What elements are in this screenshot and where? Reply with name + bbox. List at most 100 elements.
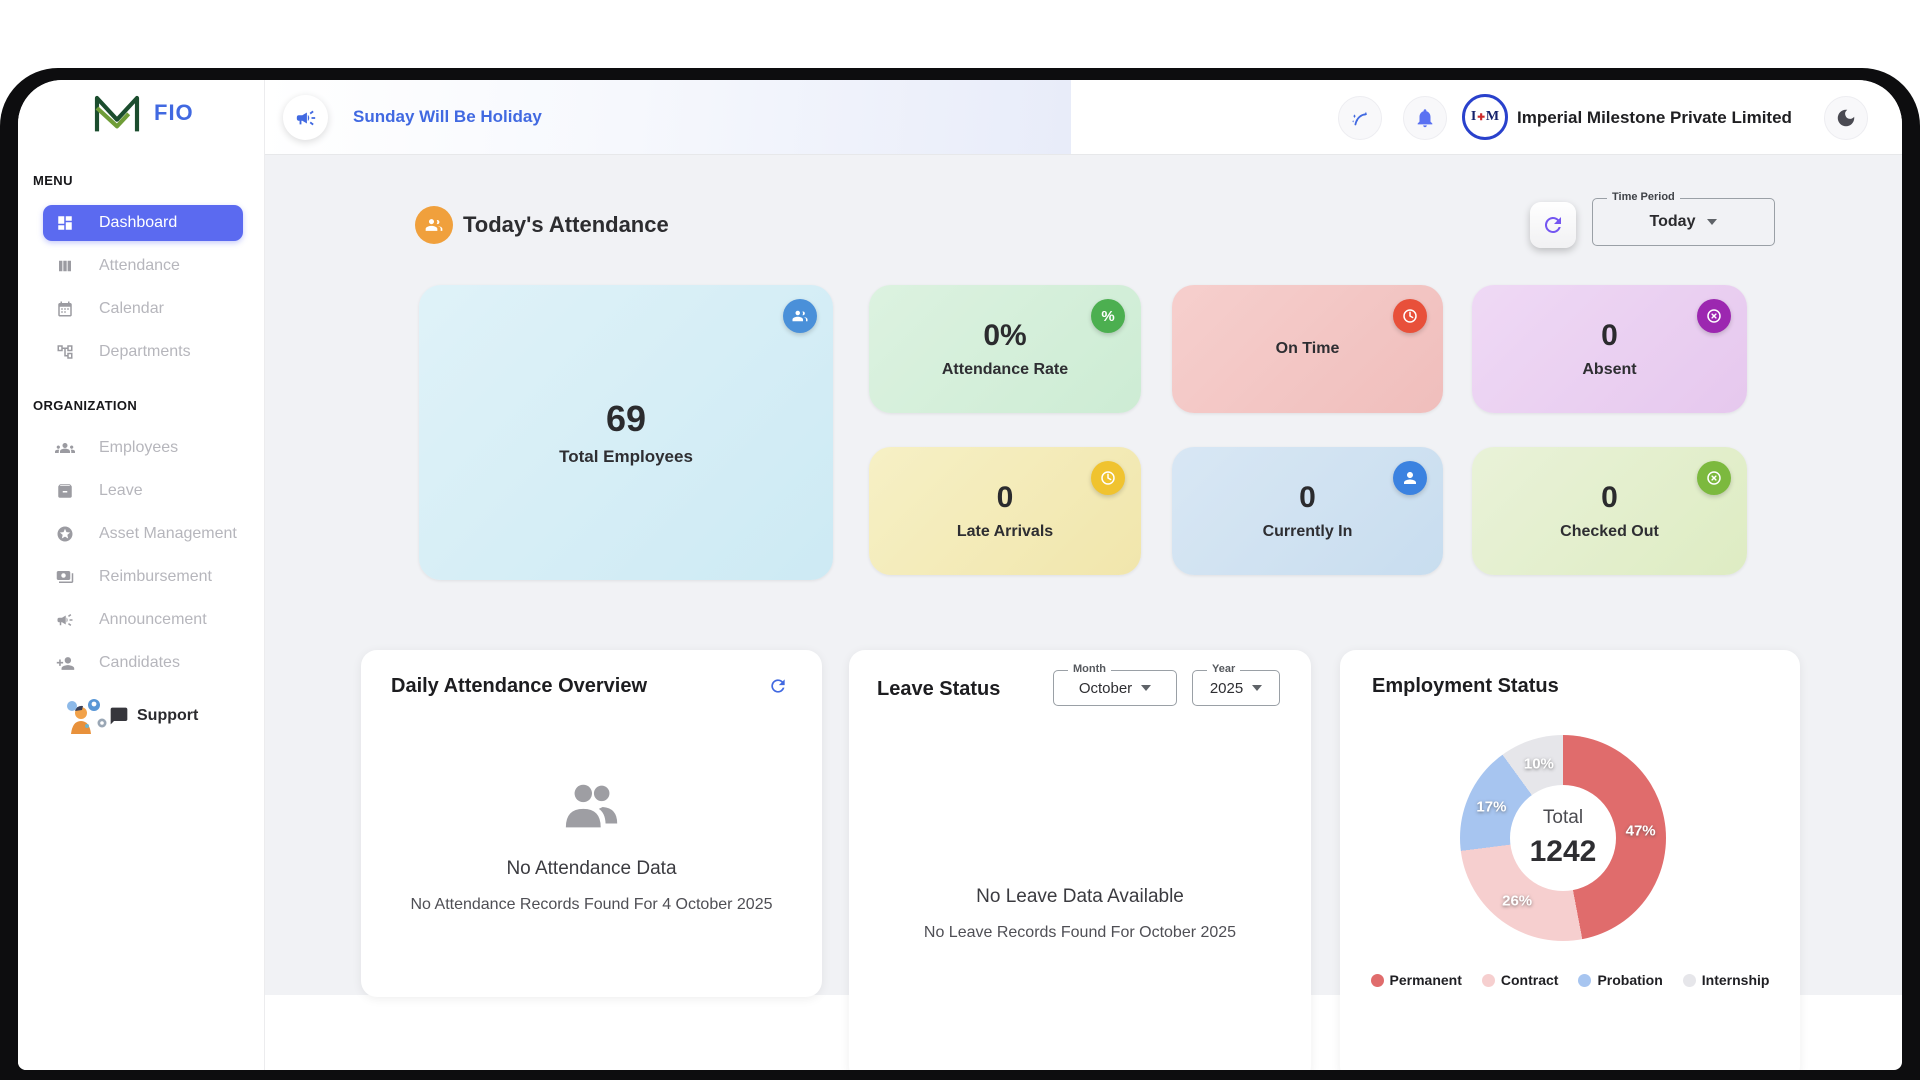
daily-attendance-panel: Daily Attendance Overview No Attendance … <box>361 650 822 997</box>
daily-empty-state: No Attendance Data No Attendance Records… <box>361 858 822 914</box>
stat-card-attendance-rate: % 0% Attendance Rate <box>869 285 1141 413</box>
top-header: Sunday Will Be Holiday I✚M Imperial Mile… <box>265 80 1902 155</box>
stat-card-late-arrivals: 0 Late Arrivals <box>869 447 1141 575</box>
app-logo-text: FIO <box>154 100 194 126</box>
clock-icon <box>1393 299 1427 333</box>
sidebar-item-attendance[interactable]: Attendance <box>43 248 243 284</box>
stat-card-total-employees: 69 Total Employees <box>419 285 833 580</box>
daily-refresh-button[interactable] <box>768 676 788 696</box>
sidebar-item-candidates[interactable]: Candidates <box>43 645 243 681</box>
legend-dot <box>1482 974 1495 987</box>
sidebar-section-organization: ORGANIZATION <box>33 398 137 413</box>
sidebar-item-announcement[interactable]: Announcement <box>43 602 243 638</box>
people-icon <box>783 299 817 333</box>
legend-dot <box>1683 974 1696 987</box>
stat-value: 0 <box>1601 319 1618 354</box>
dark-mode-toggle[interactable] <box>1824 96 1868 140</box>
legend-dot <box>1578 974 1591 987</box>
leave-empty-state: No Leave Data Available No Leave Records… <box>849 886 1311 942</box>
stat-value: 0 <box>1601 481 1618 516</box>
main-content: Today's Attendance Time Period Today 69 … <box>265 155 1902 995</box>
donut-slice-labels: 47%26%17%10% <box>1460 735 1666 941</box>
stat-label: Currently In <box>1263 523 1353 541</box>
sidebar: FIO MENU Dashboard Attendance Calendar <box>18 80 265 1070</box>
stat-card-on-time: On Time <box>1172 285 1443 413</box>
month-value: October <box>1079 680 1132 697</box>
dashboard-icon <box>55 213 75 233</box>
stat-card-currently-in: 0 Currently In <box>1172 447 1443 575</box>
leave-status-panel: Leave Status Month October Year 2025 No … <box>849 650 1311 1070</box>
support-illustration <box>63 696 109 736</box>
sidebar-item-label: Leave <box>99 482 143 500</box>
year-select[interactable]: Year 2025 <box>1192 670 1280 706</box>
legend-dot <box>1371 974 1384 987</box>
stat-label: Attendance Rate <box>942 361 1068 379</box>
percent-icon: % <box>1091 299 1125 333</box>
year-label: Year <box>1207 663 1240 675</box>
stat-label: On Time <box>1276 340 1340 358</box>
month-select[interactable]: Month October <box>1053 670 1177 706</box>
chevron-down-icon <box>1707 219 1717 225</box>
sidebar-item-label: Asset Management <box>99 525 237 543</box>
stat-value: 69 <box>606 398 646 439</box>
donut-slice-label: 10% <box>1524 755 1554 772</box>
sidebar-item-label: Departments <box>99 343 191 361</box>
legend-label: Internship <box>1702 972 1770 988</box>
sidebar-item-label: Reimbursement <box>99 568 212 586</box>
sparkle-arrow-icon <box>1349 107 1371 129</box>
chat-bubble-icon <box>109 706 129 726</box>
chevron-down-icon <box>1252 685 1262 691</box>
year-value: 2025 <box>1210 680 1243 697</box>
support-label: Support <box>137 707 198 725</box>
sidebar-item-calendar[interactable]: Calendar <box>43 291 243 327</box>
sidebar-item-label: Employees <box>99 439 178 457</box>
empty-message: No Attendance Records Found For 4 Octobe… <box>361 896 822 914</box>
app-logo[interactable]: FIO <box>92 92 194 134</box>
leave-archive-icon <box>55 481 75 501</box>
empty-title: No Leave Data Available <box>849 886 1311 908</box>
leave-status-title: Leave Status <box>877 678 1000 701</box>
sidebar-item-reimbursement[interactable]: Reimbursement <box>43 559 243 595</box>
stat-label: Total Employees <box>559 447 693 467</box>
time-period-value: Today <box>1650 213 1696 231</box>
payments-icon <box>55 567 75 587</box>
sidebar-item-employees[interactable]: Employees <box>43 430 243 466</box>
ai-assistant-button[interactable] <box>1338 96 1382 140</box>
sidebar-item-asset-management[interactable]: Asset Management <box>43 516 243 552</box>
donut-slice-label: 47% <box>1626 822 1656 839</box>
departments-icon <box>55 342 75 362</box>
attendance-section-icon <box>415 206 453 244</box>
attendance-refresh-button[interactable] <box>1530 202 1576 248</box>
stat-card-checked-out: 0 Checked Out <box>1472 447 1747 575</box>
employment-status-title: Employment Status <box>1372 675 1559 698</box>
legend-label: Contract <box>1501 972 1559 988</box>
chart-legend: PermanentContractProbationInternship <box>1340 972 1800 988</box>
refresh-icon <box>1541 213 1565 237</box>
legend-item: Contract <box>1482 972 1559 988</box>
announcement-megaphone-badge <box>283 95 328 140</box>
empty-people-icon <box>361 782 822 830</box>
sidebar-item-label: Announcement <box>99 611 207 629</box>
legend-item: Internship <box>1683 972 1770 988</box>
attendance-section-title: Today's Attendance <box>463 212 669 238</box>
moon-icon <box>1835 107 1857 129</box>
sidebar-item-dashboard[interactable]: Dashboard <box>43 205 243 241</box>
time-period-select[interactable]: Time Period Today <box>1592 198 1775 246</box>
empty-message: No Leave Records Found For October 2025 <box>849 924 1311 942</box>
announcement-message: Sunday Will Be Holiday <box>353 107 542 127</box>
legend-item: Probation <box>1578 972 1662 988</box>
sidebar-item-leave[interactable]: Leave <box>43 473 243 509</box>
fio-logo-icon <box>92 92 142 134</box>
sidebar-item-departments[interactable]: Departments <box>43 334 243 370</box>
sidebar-section-menu: MENU <box>33 173 73 188</box>
attendance-icon <box>55 256 75 276</box>
person-icon <box>1393 461 1427 495</box>
notifications-button[interactable] <box>1403 96 1447 140</box>
stat-label: Checked Out <box>1560 523 1659 541</box>
stat-label: Late Arrivals <box>957 523 1053 541</box>
company-name: Imperial Milestone Private Limited <box>1517 108 1792 128</box>
sidebar-item-label: Attendance <box>99 257 180 275</box>
company-logo[interactable]: I✚M <box>1462 94 1508 140</box>
stat-value: 0% <box>983 319 1026 354</box>
sidebar-item-support[interactable]: Support <box>63 696 198 736</box>
